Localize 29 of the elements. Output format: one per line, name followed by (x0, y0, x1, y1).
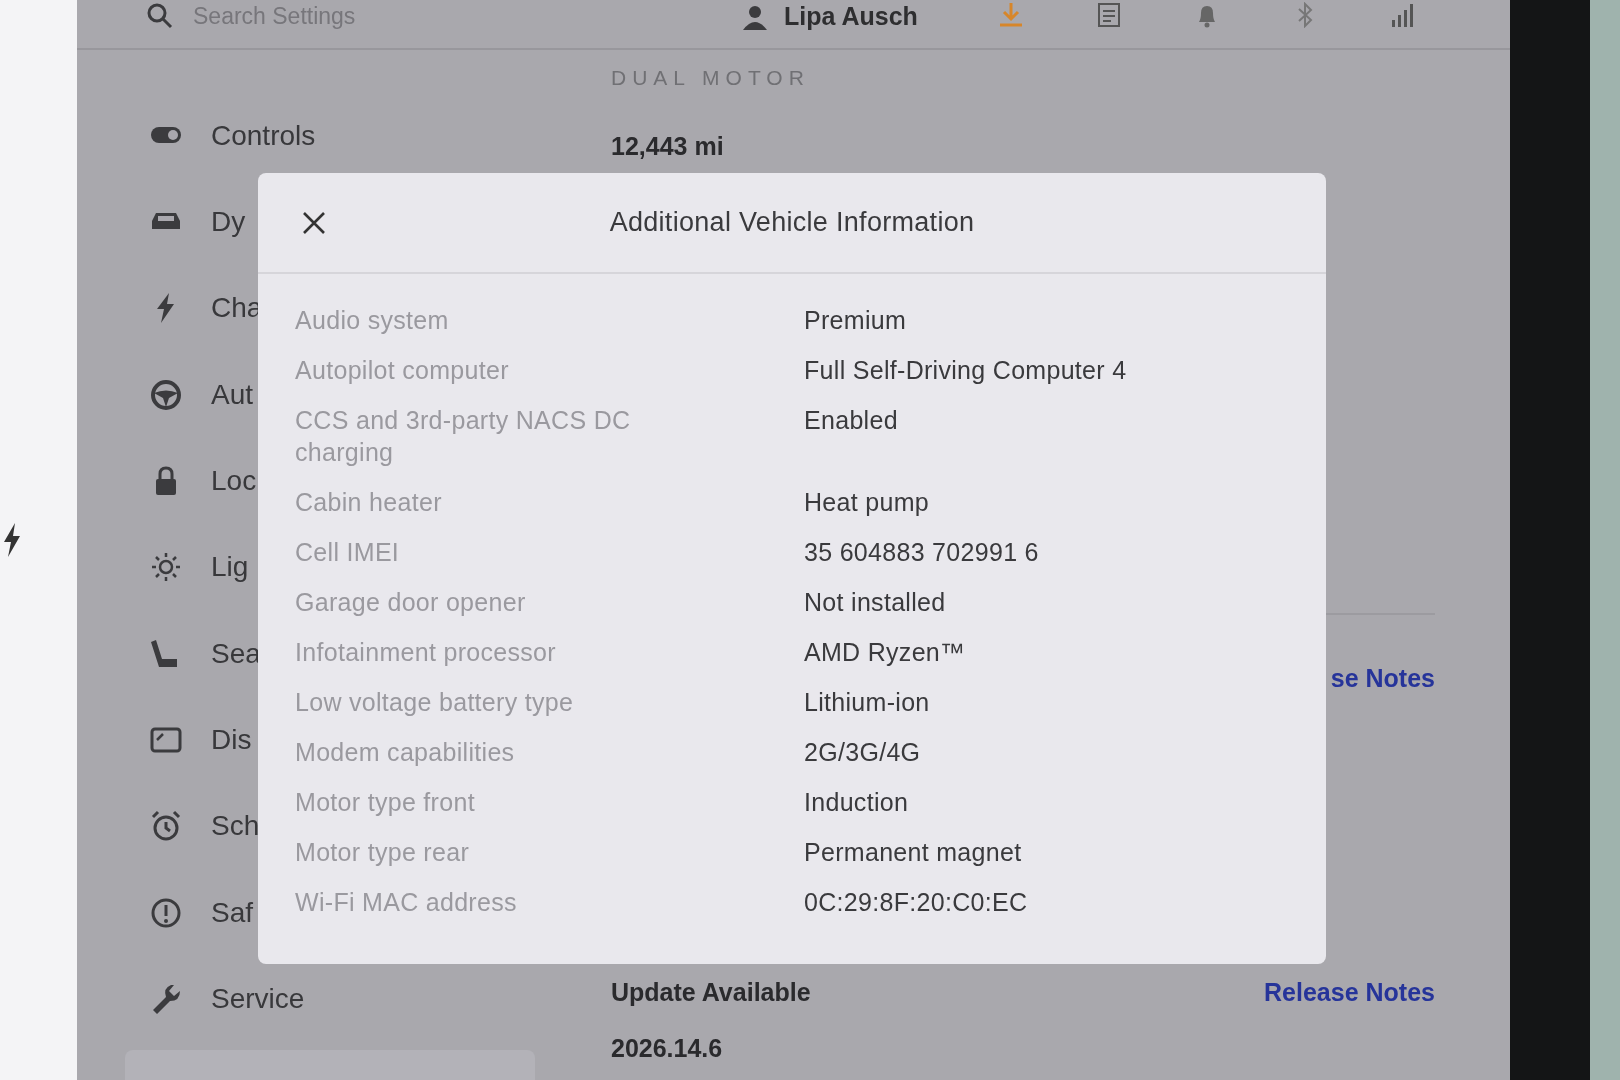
info-label: Motor type front (295, 787, 476, 818)
model-label: DUAL MOTOR (611, 65, 810, 90)
info-value: Premium (804, 305, 907, 336)
info-value: Lithium-ion (804, 687, 930, 718)
info-value: Induction (804, 787, 909, 818)
info-value: Full Self-Driving Computer 4 (804, 355, 1127, 386)
odometer-reading: 12,443 mi (611, 130, 724, 161)
info-label: Motor type rear (295, 837, 470, 868)
info-value: 2G/3G/4G (804, 737, 921, 768)
info-label: Low voltage battery type (295, 687, 575, 718)
info-value: AMD Ryzen™ (804, 637, 966, 668)
info-label: Cell IMEI (295, 537, 401, 568)
info-label: Modem capabilities (295, 737, 516, 768)
info-value: Enabled (804, 405, 898, 436)
info-value: 0C:29:8F:20:C0:EC (804, 887, 1028, 918)
version-number: 2026.14.6 (611, 1032, 723, 1063)
info-label: Autopilot computer (295, 355, 510, 386)
info-label: Audio system (295, 305, 450, 336)
info-value: 35 604883 702991 6 (804, 537, 1039, 568)
update-status: Update Available (611, 976, 811, 1007)
dialog-title: Additional Vehicle Information (608, 207, 976, 238)
info-label: CCS and 3rd-party NACS DC charging (295, 405, 632, 468)
info-value: Not installed (804, 587, 946, 618)
info-label: Infotainment processor (295, 637, 557, 668)
info-label: Cabin heater (295, 487, 443, 518)
info-value: Heat pump (804, 487, 929, 518)
info-label: Garage door opener (295, 587, 527, 618)
info-label: Wi-Fi MAC address (295, 887, 518, 918)
info-value: Permanent magnet (804, 837, 1022, 868)
